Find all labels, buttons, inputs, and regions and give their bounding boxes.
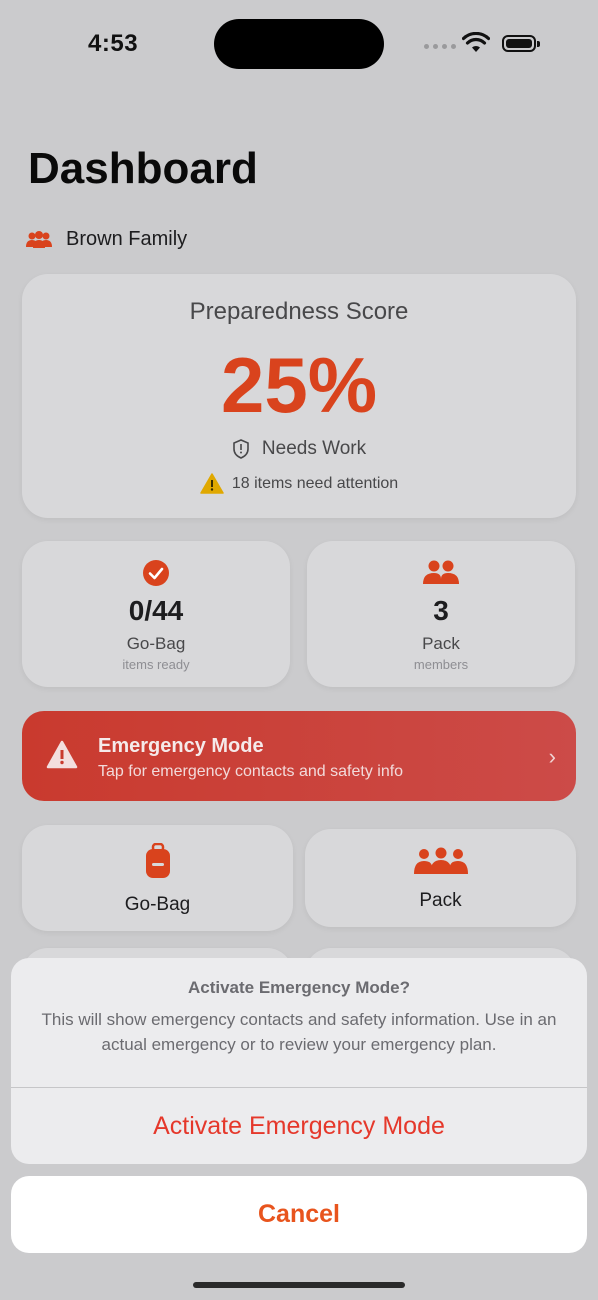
battery-icon (502, 35, 540, 52)
group-icon (413, 847, 468, 874)
dynamic-island (214, 19, 384, 69)
go-bag-stat-sub: items ready (122, 657, 190, 672)
pack-stat-card[interactable]: 3 Pack members (307, 541, 575, 687)
pack-stat-value: 3 (433, 595, 449, 626)
go-bag-stat-label: Go-Bag (126, 634, 186, 653)
pack-stat-sub: members (413, 657, 469, 672)
chevron-right-icon: › (548, 744, 556, 769)
attention-label: 18 items need attention (231, 474, 399, 492)
checkmark-circle-icon (143, 560, 169, 586)
family-name: Brown Family (66, 228, 188, 250)
activate-emergency-mode-button[interactable]: Activate Emergency Mode (11, 1088, 587, 1164)
pack-stat-label: Pack (422, 634, 460, 653)
score-status: Needs Work (22, 438, 576, 460)
go-bag-tile-label: Go-Bag (124, 894, 191, 915)
warning-icon (200, 473, 224, 494)
action-sheet: Activate Emergency Mode? This will show … (11, 958, 587, 1164)
cancel-button[interactable]: Cancel (11, 1176, 587, 1253)
page-title: Dashboard (28, 144, 258, 193)
emergency-mode-button[interactable]: Emergency Mode Tap for emergency contact… (22, 711, 576, 801)
go-bag-tile[interactable]: Go-Bag (22, 825, 293, 931)
score-value: 25% (220, 341, 378, 429)
home-indicator[interactable] (193, 1282, 405, 1288)
action-sheet-title: Activate Emergency Mode? (187, 978, 410, 997)
emergency-subtitle: Tap for emergency contacts and safety in… (98, 763, 404, 780)
people-icon (423, 560, 459, 584)
wifi-icon (462, 32, 490, 52)
shield-icon (233, 439, 249, 459)
family-icon (26, 230, 52, 248)
score-title: Preparedness Score (189, 298, 409, 325)
emergency-title: Emergency Mode (98, 735, 264, 757)
warning-triangle-icon (46, 740, 78, 769)
signal-dots-icon (424, 44, 456, 49)
pack-tile[interactable]: Pack (305, 829, 576, 927)
preparedness-score-card[interactable]: Preparedness Score 25% Needs Work 18 ite… (22, 274, 576, 518)
family-row[interactable]: Brown Family (24, 228, 187, 251)
backpack-icon (145, 843, 170, 878)
status-time: 4:53 (88, 30, 139, 57)
attention-row: 18 items need attention (22, 473, 576, 494)
go-bag-stat-card[interactable]: 0/44 Go-Bag items ready (22, 541, 290, 687)
score-status-label: Needs Work (261, 438, 367, 459)
pack-tile-label: Pack (419, 890, 462, 911)
action-sheet-message: This will show emergency contacts and sa… (41, 1010, 557, 1054)
go-bag-stat-value: 0/44 (128, 595, 184, 626)
